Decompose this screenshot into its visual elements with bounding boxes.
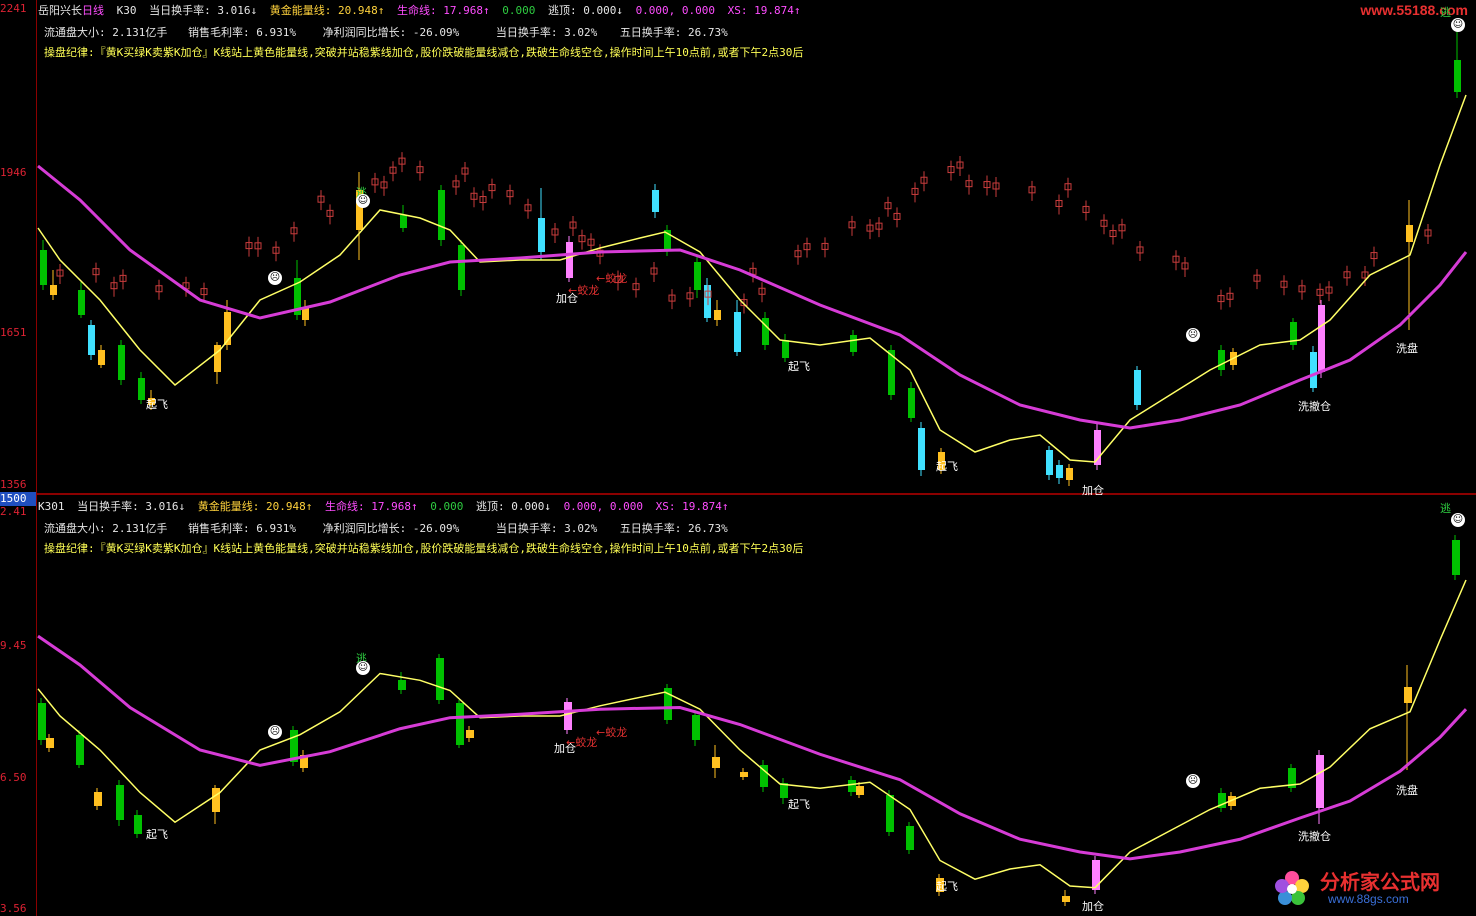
candle-body — [438, 190, 445, 240]
candle-body — [740, 772, 748, 777]
candle-body — [908, 388, 915, 418]
top-ann-jiaolong-1: ←蛟龙 — [568, 282, 599, 298]
bottom-ann-qifei-2: 起飞 — [788, 796, 810, 812]
candle-body — [302, 308, 309, 320]
candle-body — [1218, 350, 1225, 370]
candle-body — [886, 795, 894, 832]
life-line — [38, 636, 1466, 859]
candle-body — [50, 285, 57, 295]
life-line — [38, 166, 1466, 428]
flower-logo-icon — [1272, 868, 1312, 908]
candle-body — [456, 703, 464, 745]
candle-body — [94, 792, 102, 806]
candle-body — [714, 310, 721, 320]
candle-body — [1452, 540, 1460, 575]
sad-face-icon: ☹ — [268, 271, 282, 285]
candle-body — [1404, 687, 1412, 703]
sad-face-icon: ☹ — [1186, 328, 1200, 342]
candle-body — [1310, 352, 1317, 388]
candle-body — [1318, 305, 1325, 372]
candle-body — [98, 350, 105, 365]
smile-face-icon: ☺ — [356, 661, 370, 675]
candle-body — [538, 218, 545, 252]
candle-body — [46, 738, 54, 748]
candle-body — [1046, 450, 1053, 475]
candle-body — [116, 785, 124, 820]
candle-body — [398, 680, 406, 690]
sad-face-icon: ☹ — [1186, 774, 1200, 788]
candle-body — [1454, 60, 1461, 92]
candle-body — [76, 735, 84, 765]
candle-body — [466, 730, 474, 738]
candle-body — [856, 786, 864, 795]
candle-body — [1134, 370, 1141, 405]
top-ann-tao-2: 逃 — [1440, 4, 1451, 20]
smile-face-icon: ☺ — [356, 194, 370, 208]
candle-body — [88, 325, 95, 355]
candle-body — [1406, 225, 1413, 242]
top-ann-jiacang-2: 加仓 — [1082, 482, 1104, 498]
candle-body — [692, 715, 700, 740]
candle-body — [38, 703, 46, 740]
candle-body — [694, 262, 701, 290]
candle-body — [848, 780, 856, 792]
bottom-ann-xipan: 洗盘 — [1396, 782, 1418, 798]
candle-body — [436, 658, 444, 700]
energy-line — [38, 95, 1466, 462]
bottom-ann-qifei-3: 起飞 — [936, 878, 958, 894]
candle-body — [138, 378, 145, 400]
sad-face-icon: ☹ — [268, 725, 282, 739]
candle-body — [906, 826, 914, 850]
smile-face-icon: ☺ — [1451, 513, 1465, 527]
candle-body — [1092, 860, 1100, 890]
candle-body — [652, 190, 659, 212]
bottom-ann-xicang: 洗撤仓 — [1298, 828, 1331, 844]
candlestick-chart[interactable] — [0, 0, 1476, 916]
candle-body — [1066, 468, 1073, 480]
candle-body — [782, 340, 789, 358]
candle-body — [918, 428, 925, 470]
top-ann-qifei-1: 起飞 — [146, 396, 168, 412]
candle-body — [40, 250, 47, 285]
candle-body — [712, 757, 720, 768]
bottom-ann-jiaolong-2: ←蛟龙 — [596, 724, 627, 740]
candle-body — [212, 788, 220, 812]
candle-body — [1062, 896, 1070, 902]
candle-body — [134, 815, 142, 834]
top-ann-xipan: 洗盘 — [1396, 340, 1418, 356]
smile-face-icon: ☺ — [1451, 18, 1465, 32]
energy-line — [38, 580, 1466, 888]
candle-body — [78, 290, 85, 315]
logo-title: 分析家公式网 — [1320, 866, 1440, 895]
top-ann-qifei-3: 起飞 — [936, 458, 958, 474]
candle-body — [566, 242, 573, 278]
candle-body — [458, 245, 465, 290]
candle-body — [564, 702, 572, 730]
bottom-ann-tao-2: 逃 — [1440, 500, 1451, 516]
bottom-ann-qifei-1: 起飞 — [146, 826, 168, 842]
bottom-ann-jiacang-2: 加仓 — [1082, 898, 1104, 914]
bottom-ann-jiaolong-1: ←蛟龙 — [566, 734, 597, 750]
top-ann-qifei-2: 起飞 — [788, 358, 810, 374]
candle-body — [400, 215, 407, 228]
candle-body — [850, 335, 857, 352]
top-ann-jiaolong-2: ←蛟龙 — [596, 270, 627, 286]
candle-body — [118, 345, 125, 380]
candle-body — [734, 312, 741, 352]
site-logo: 分析家公式网 www.88gs.com — [1268, 866, 1468, 910]
candle-body — [1316, 755, 1324, 808]
logo-url: www.88gs.com — [1328, 892, 1409, 906]
candle-body — [1056, 465, 1063, 478]
top-ann-xicang: 洗撤仓 — [1298, 398, 1331, 414]
